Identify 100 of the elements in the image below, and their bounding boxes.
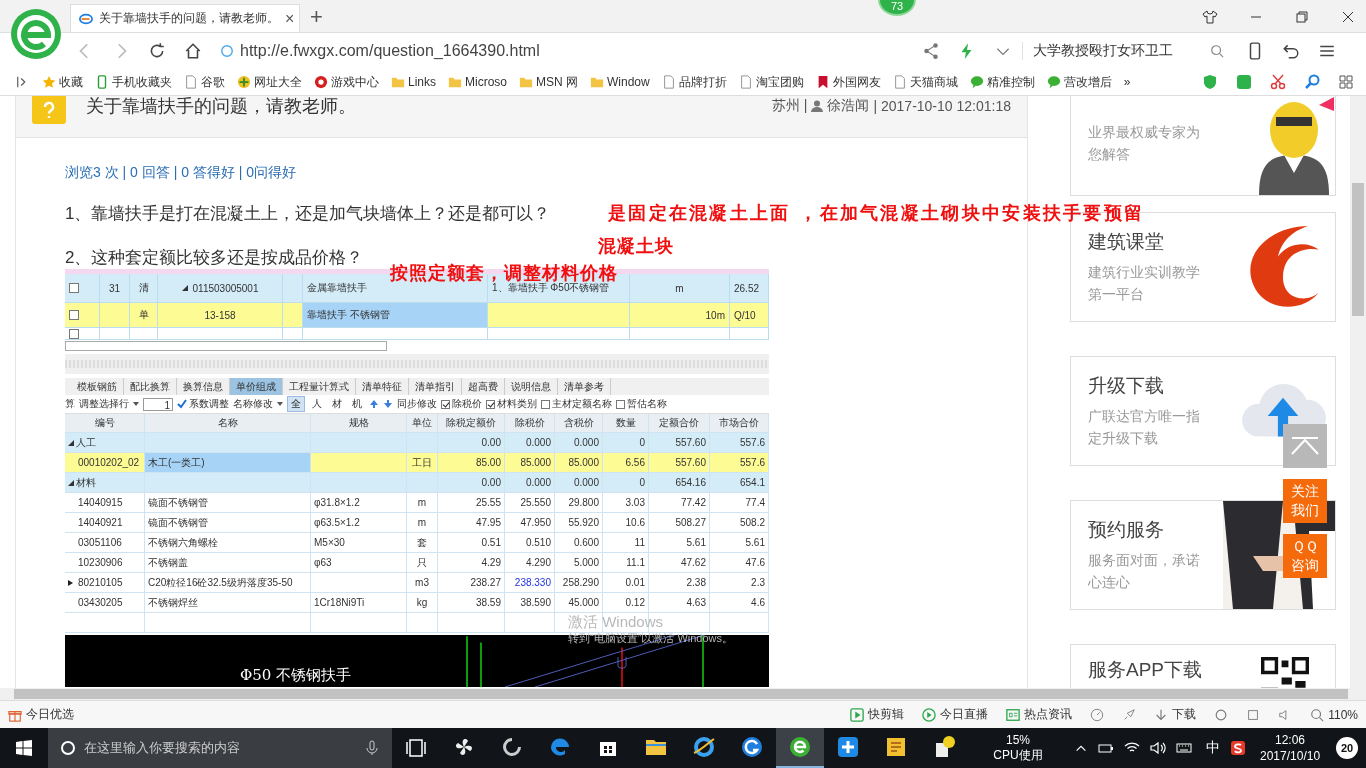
reload-icon[interactable] [148, 42, 166, 60]
today-picks-link[interactable]: 今日优选 [8, 706, 74, 723]
status-link[interactable]: 今日直播 [922, 706, 989, 723]
volume-icon[interactable] [1150, 740, 1166, 756]
skin-icon[interactable] [1202, 9, 1218, 25]
filter-button[interactable]: 材 [329, 397, 345, 411]
row-checkbox[interactable] [69, 283, 79, 293]
filter-button[interactable]: 机 [349, 397, 365, 411]
new-tab-button[interactable]: + [300, 4, 333, 32]
bookmark-link[interactable]: 营改增后 [1046, 73, 1112, 91]
translate-icon[interactable] [1236, 74, 1252, 90]
expand-icon[interactable] [181, 285, 188, 291]
bookmark-link[interactable]: 游戏中心 [314, 73, 379, 91]
row-checkbox[interactable] [69, 328, 79, 339]
column-header[interactable]: 数量 [615, 416, 636, 430]
taskbar-search-field[interactable]: 在这里输入你要搜索的内容 [48, 728, 392, 768]
horizontal-scrollbar[interactable] [14, 689, 1348, 699]
column-header[interactable]: 除税定额价 [446, 416, 496, 430]
plus-icon[interactable] [836, 735, 860, 759]
apps-icon[interactable] [1338, 74, 1354, 90]
panel-tab[interactable]: 配比换算 [124, 378, 177, 395]
column-header[interactable]: 定额合价 [659, 416, 699, 430]
panel-tab[interactable]: 清单指引 [409, 378, 462, 395]
shield-icon[interactable] [1202, 74, 1218, 90]
column-header[interactable]: 规格 [348, 416, 369, 430]
status-link[interactable]: 热点资讯 [1006, 706, 1073, 723]
option-checkbox[interactable]: 主材定额名称 [541, 397, 612, 411]
bookmark-link[interactable]: 谷歌 [184, 73, 225, 91]
task-view-icon[interactable] [404, 736, 428, 760]
select-rows-dropdown[interactable]: 调整选择行 [79, 397, 139, 411]
clock[interactable]: 12:06 2017/10/10 [1260, 732, 1321, 764]
browser-tab[interactable]: 关于靠墙扶手的问题，请教老师。 × [70, 4, 300, 32]
rename-dropdown[interactable]: 名称修改 [233, 397, 283, 411]
bookmark-link[interactable]: 网址大全 [237, 73, 302, 91]
panel-tab[interactable]: 工程量计算式 [283, 378, 356, 395]
input-method-button[interactable]: 中 [1206, 739, 1220, 757]
windows-start-icon[interactable] [16, 740, 32, 756]
column-header[interactable]: 市场合价 [719, 416, 759, 430]
app-icon[interactable] [740, 735, 764, 759]
window-icon[interactable] [1246, 707, 1261, 722]
panel-tab[interactable]: 超高费 [462, 378, 505, 395]
filter-button[interactable]: 人 [309, 397, 325, 411]
rocket-icon[interactable] [1122, 707, 1137, 722]
share-icon[interactable] [921, 42, 940, 60]
bookmark-link[interactable]: Microso [448, 75, 508, 89]
panel-tab[interactable]: 单价组成 [230, 378, 283, 395]
browser-icon[interactable] [788, 735, 812, 759]
panel-tab[interactable]: 清单参考 [558, 378, 611, 395]
vertical-scrollbar[interactable] [1352, 183, 1364, 316]
horizontal-scrollbar[interactable] [65, 341, 387, 351]
panel-tab[interactable]: 清单特征 [356, 378, 409, 395]
column-header[interactable]: 名称 [217, 416, 238, 430]
bookmark-link[interactable]: MSN 网 [519, 73, 579, 91]
expand-icon[interactable] [68, 439, 74, 446]
search-icon[interactable] [1210, 44, 1224, 58]
up-arrow-icon[interactable] [369, 399, 379, 409]
more-bookmarks-button[interactable]: » [1123, 75, 1131, 89]
column-header[interactable]: 编号 [94, 416, 115, 430]
option-checkbox[interactable]: 除税价 [441, 397, 482, 411]
row-checkbox[interactable] [69, 310, 79, 320]
cpu-meter[interactable]: 15% CPU使用 [990, 733, 1046, 763]
option-checkbox[interactable]: 材料类别 [486, 397, 537, 411]
close-tab-button[interactable]: × [285, 9, 295, 28]
home-icon[interactable] [184, 42, 202, 60]
expand-icon[interactable] [68, 479, 74, 486]
panel-tab[interactable]: 模板钢筋 [71, 378, 124, 395]
bookmark-link[interactable]: 天猫商城 [892, 73, 958, 91]
bookmark-link[interactable]: 品牌打折 [661, 73, 727, 91]
notification-button[interactable]: 20 [1336, 737, 1359, 759]
factor-input[interactable]: 1 [143, 397, 173, 411]
downloads-link[interactable]: 下载 [1154, 706, 1197, 723]
down-arrow-icon[interactable] [383, 399, 393, 409]
undo-icon[interactable] [1282, 42, 1300, 60]
panel-tab[interactable]: 说明信息 [505, 378, 558, 395]
filter-button[interactable]: 全 [287, 396, 305, 412]
option-checkbox[interactable]: 暂估名称 [616, 397, 667, 411]
restore-icon[interactable] [1294, 9, 1310, 25]
microphone-icon[interactable] [364, 740, 380, 756]
speedometer-icon[interactable] [1090, 707, 1105, 722]
status-link[interactable]: 快剪辑 [850, 706, 905, 723]
bookmark-link[interactable]: 淘宝团购 [738, 73, 804, 91]
author-link[interactable]: 徐浩闻 [827, 97, 870, 115]
close-icon[interactable] [1340, 9, 1356, 25]
scissors-icon[interactable] [1270, 74, 1286, 90]
factor-adjust-button[interactable]: 系数调整 [177, 397, 229, 411]
swirl-icon[interactable] [500, 735, 524, 759]
bookmark-link[interactable]: 手机收藏夹 [95, 73, 172, 91]
notepad-icon[interactable] [884, 735, 908, 759]
column-header[interactable]: 除税价 [514, 416, 545, 430]
bookmark-link[interactable]: Links [391, 75, 436, 89]
bookmark-link[interactable]: 外国网友 [815, 73, 881, 91]
keyboard-icon[interactable] [1176, 740, 1192, 756]
bookmark-link[interactable]: Window [590, 75, 650, 89]
column-header[interactable]: 含税价 [563, 416, 594, 430]
bookmark-link[interactable]: 精准控制 [969, 73, 1035, 91]
sogou-icon[interactable] [1230, 740, 1246, 756]
zoom-control[interactable]: 110% [1310, 707, 1358, 722]
magnifier-icon[interactable] [1304, 74, 1320, 90]
search-field[interactable]: 大学教授殴打女环卫工 [1021, 42, 1224, 60]
bookmark-link[interactable]: 收藏 [42, 73, 83, 91]
